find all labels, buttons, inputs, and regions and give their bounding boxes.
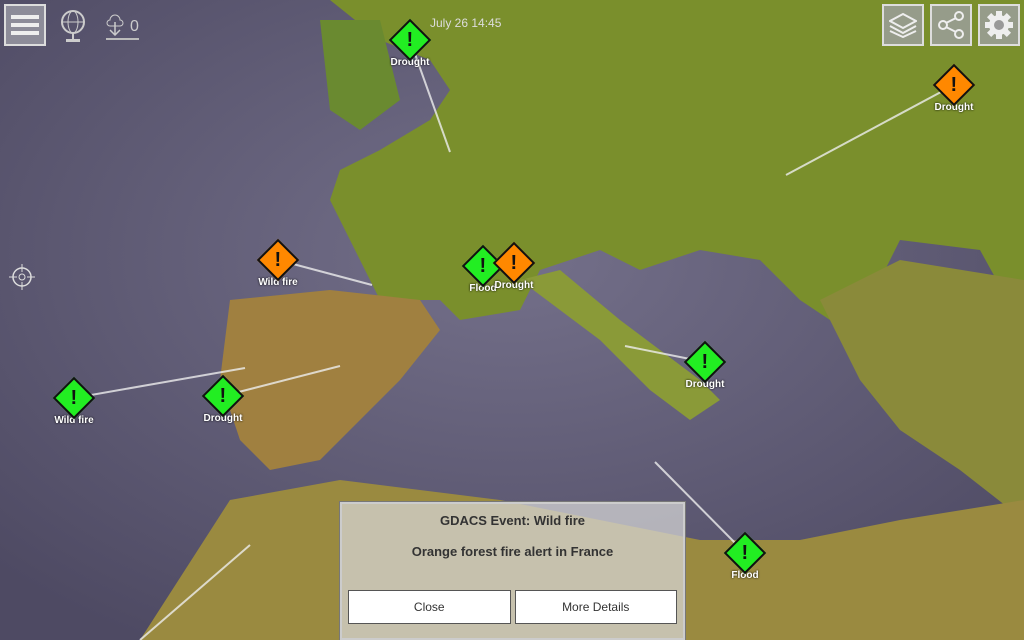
layers-button[interactable] <box>882 4 924 46</box>
alert-icon: ! <box>932 63 976 107</box>
alert-icon: ! <box>723 531 767 575</box>
share-icon <box>938 11 964 39</box>
event-marker[interactable]: ! Drought <box>193 374 253 424</box>
cloud-download-icon <box>106 14 124 36</box>
globe-icon <box>61 10 85 42</box>
popup-title: GDACS Event: Wild fire <box>439 513 586 528</box>
download-button[interactable]: 0 <box>106 10 139 40</box>
crosshair-icon <box>9 264 35 290</box>
gear-icon <box>985 11 1013 39</box>
locate-button[interactable] <box>8 263 36 291</box>
alert-icon: ! <box>388 18 432 62</box>
settings-button[interactable] <box>978 4 1020 46</box>
more-details-button[interactable]: More Details <box>514 590 677 624</box>
event-marker[interactable]: ! Flood <box>715 531 775 581</box>
alert-icon: ! <box>52 376 96 420</box>
timestamp: July 26 14:45 <box>430 16 502 30</box>
download-count: 0 <box>130 18 139 35</box>
event-marker[interactable]: ! Drought <box>380 18 440 68</box>
popup-message: Orange forest fire alert in France <box>411 544 614 559</box>
menu-button[interactable] <box>4 4 46 46</box>
event-marker[interactable]: ! Wild fire <box>248 238 308 288</box>
globe-button[interactable] <box>58 8 88 44</box>
event-marker[interactable]: ! Drought <box>484 241 544 291</box>
alert-icon: ! <box>683 340 727 384</box>
alert-icon: ! <box>492 241 536 285</box>
layers-icon <box>889 12 917 38</box>
share-button[interactable] <box>930 4 972 46</box>
event-marker[interactable]: ! Wild fire <box>44 376 104 426</box>
event-marker[interactable]: ! Drought <box>924 63 984 113</box>
alert-icon: ! <box>256 238 300 282</box>
event-popup: GDACS Event: Wild fire Orange forest fir… <box>339 501 686 640</box>
close-button[interactable]: Close <box>348 590 511 624</box>
hamburger-icon <box>11 15 39 35</box>
alert-icon: ! <box>201 374 245 418</box>
event-marker[interactable]: ! Drought <box>675 340 735 390</box>
